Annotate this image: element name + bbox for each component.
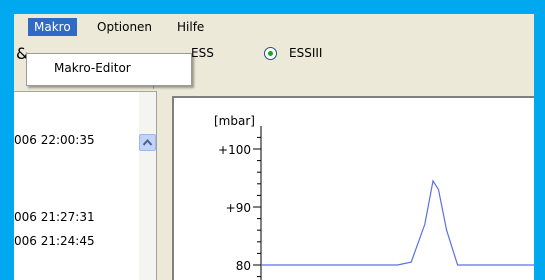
- menu-item-makro-editor[interactable]: Makro-Editor: [54, 61, 131, 75]
- scroll-up-button[interactable]: [139, 134, 156, 151]
- application-window: Makro Optionen Hilfe & ESS ESSIII 006 22…: [14, 14, 534, 280]
- y-axis-label: [mbar]: [214, 114, 255, 128]
- chevron-up-icon: [143, 139, 152, 146]
- menu-hilfe[interactable]: Hilfe: [171, 18, 210, 36]
- menu-optionen[interactable]: Optionen: [91, 18, 158, 36]
- pressure-chart: [mbar] +100 +90 80: [172, 96, 534, 280]
- menu-bar: Makro Optionen Hilfe: [14, 14, 534, 36]
- radio-ess-label: ESS: [191, 46, 214, 60]
- log-timestamp[interactable]: 006 21:27:31: [14, 210, 95, 224]
- log-list: 006 22:00:35 006 21:27:31 006 21:24:45: [14, 72, 157, 280]
- log-timestamp[interactable]: 006 21:24:45: [14, 234, 95, 248]
- log-scrollbar[interactable]: [139, 92, 156, 280]
- y-tick-label: +90: [226, 201, 251, 215]
- chart-series: [261, 179, 534, 266]
- chart-canvas: [mbar] +100 +90 80: [214, 114, 534, 280]
- radio-essiii-label: ESSIII: [289, 46, 323, 60]
- makro-dropdown-menu: Makro-Editor: [26, 53, 192, 86]
- series-line: [261, 179, 534, 266]
- menu-makro[interactable]: Makro: [28, 18, 77, 36]
- log-timestamp[interactable]: 006 22:00:35: [14, 133, 95, 147]
- y-axis: +100 +90 80: [218, 126, 262, 280]
- y-tick-label: 80: [236, 259, 251, 273]
- radio-essiii-button[interactable]: [264, 47, 277, 60]
- y-tick-label: +100: [218, 143, 251, 157]
